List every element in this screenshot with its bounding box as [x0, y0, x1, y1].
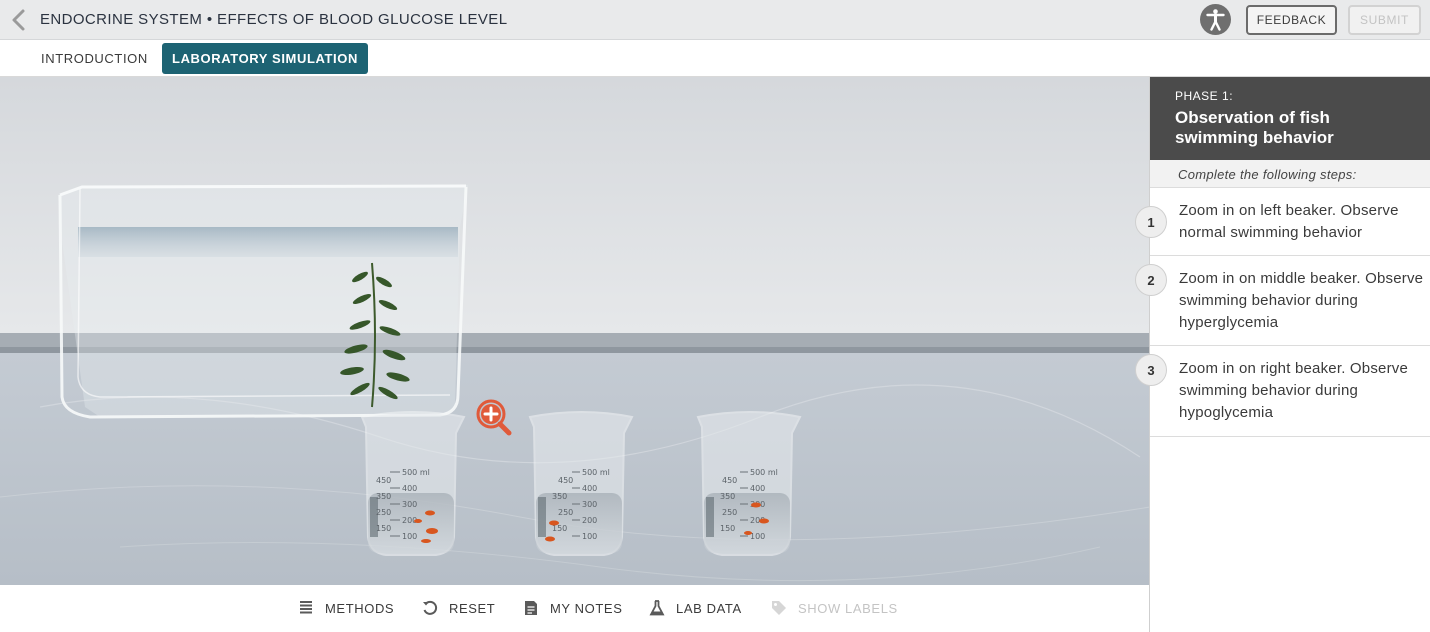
svg-text:150: 150	[720, 524, 735, 533]
my-notes-label: MY NOTES	[550, 600, 623, 616]
step-item[interactable]: 1 Zoom in on left beaker. Observe normal…	[1135, 188, 1430, 256]
svg-text:300: 300	[582, 500, 597, 509]
svg-text:250: 250	[722, 508, 737, 517]
svg-text:350: 350	[376, 492, 391, 501]
svg-text:500 ml: 500 ml	[750, 468, 778, 477]
feedback-button[interactable]: FEEDBACK	[1246, 5, 1337, 35]
svg-text:450: 450	[376, 476, 391, 485]
svg-text:100: 100	[750, 532, 765, 541]
show-labels-button: SHOW LABELS	[770, 599, 898, 617]
tag-icon	[770, 599, 788, 617]
phase-title: Observation of fish swimming behavior	[1175, 108, 1334, 147]
reset-icon	[421, 599, 439, 617]
my-notes-button[interactable]: MY NOTES	[522, 599, 622, 617]
svg-text:400: 400	[750, 484, 765, 493]
svg-text:150: 150	[376, 524, 391, 533]
notes-icon	[522, 599, 540, 617]
svg-text:350: 350	[720, 492, 735, 501]
reset-label: RESET	[449, 600, 496, 616]
show-labels-label: SHOW LABELS	[798, 600, 898, 616]
lab-data-button[interactable]: LAB DATA	[648, 599, 742, 617]
submit-button: SUBMIT	[1348, 5, 1421, 35]
step-number-badge: 3	[1135, 354, 1167, 386]
svg-text:100: 100	[402, 532, 417, 541]
methods-label: METHODS	[325, 600, 395, 616]
list-icon	[297, 599, 315, 617]
app-title: ENDOCRINE SYSTEM • EFFECTS OF BLOOD GLUC…	[40, 11, 508, 28]
tab-introduction[interactable]: INTRODUCTION	[25, 43, 164, 74]
svg-text:400: 400	[582, 484, 597, 493]
aquarium-tank	[58, 184, 468, 419]
svg-text:200: 200	[582, 516, 597, 525]
svg-text:400: 400	[402, 484, 417, 493]
back-arrow-icon[interactable]	[8, 8, 30, 32]
step-text: Zoom in on left beaker. Observe normal s…	[1179, 202, 1399, 241]
svg-text:500 ml: 500 ml	[582, 468, 610, 477]
flask-icon	[648, 599, 666, 617]
step-text: Zoom in on right beaker. Observe swimmin…	[1179, 360, 1409, 421]
step-number-badge: 1	[1135, 206, 1167, 238]
instructions-text: Complete the following steps:	[1150, 160, 1430, 188]
instructions-panel: PHASE 1: Observation of fish swimming be…	[1135, 77, 1430, 632]
phase-header: PHASE 1: Observation of fish swimming be…	[1150, 77, 1430, 160]
svg-text:500 ml: 500 ml	[402, 468, 430, 477]
top-bar: ENDOCRINE SYSTEM • EFFECTS OF BLOOD GLUC…	[0, 0, 1430, 40]
accessibility-icon[interactable]	[1200, 4, 1231, 35]
step-item[interactable]: 2 Zoom in on middle beaker. Observe swim…	[1135, 256, 1430, 346]
svg-text:450: 450	[558, 476, 573, 485]
beaker-left[interactable]: 500 ml450400350300250200150100	[360, 411, 466, 556]
tab-bar: INTRODUCTION LABORATORY SIMULATION	[0, 40, 1430, 77]
reset-button[interactable]: RESET	[421, 599, 495, 617]
lab-scene: 500 ml 450 400 350 300 250 200 150 100 500 ml 450…	[0, 77, 1150, 585]
step-text: Zoom in on middle beaker. Observe swimmi…	[1179, 270, 1424, 331]
beaker-middle[interactable]: 500 ml450400350300250200150100	[528, 411, 634, 556]
svg-text:300: 300	[402, 500, 417, 509]
svg-text:100: 100	[582, 532, 597, 541]
tab-laboratory-simulation[interactable]: LABORATORY SIMULATION	[162, 43, 368, 74]
step-item[interactable]: 3 Zoom in on right beaker. Observe swimm…	[1135, 346, 1430, 437]
methods-button[interactable]: METHODS	[297, 599, 394, 617]
phase-label: PHASE 1:	[1175, 89, 1234, 103]
svg-text:350: 350	[552, 492, 567, 501]
svg-text:250: 250	[376, 508, 391, 517]
bottom-toolbar: METHODS RESET MY NOTES LAB DATA SHOW LAB…	[0, 585, 1150, 632]
lab-data-label: LAB DATA	[676, 600, 742, 616]
svg-text:250: 250	[558, 508, 573, 517]
step-number-badge: 2	[1135, 264, 1167, 296]
beaker-right[interactable]: 500 ml450400350300250200150100	[696, 411, 802, 556]
svg-text:450: 450	[722, 476, 737, 485]
